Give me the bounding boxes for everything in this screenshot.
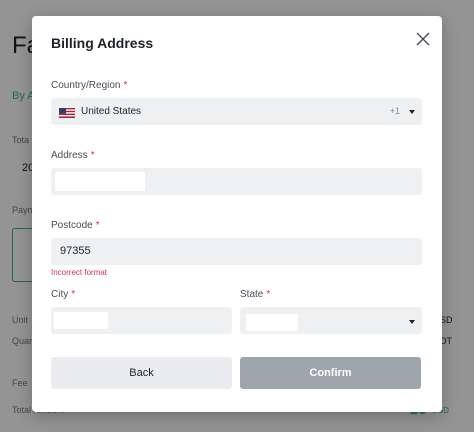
city-redacted-value xyxy=(54,312,108,329)
us-flag-icon xyxy=(59,108,75,118)
postcode-error: Incorrect format xyxy=(51,268,108,277)
city-label: City * xyxy=(51,289,76,300)
postcode-value: 97355 xyxy=(60,245,91,257)
chevron-down-icon xyxy=(409,320,415,324)
city-input[interactable] xyxy=(51,307,232,334)
postcode-label: Postcode * xyxy=(51,220,100,231)
required-marker: * xyxy=(71,289,76,300)
required-marker: * xyxy=(266,289,271,300)
postcode-input[interactable]: 97355 xyxy=(51,238,422,265)
close-icon xyxy=(416,32,430,46)
state-redacted-value xyxy=(246,314,298,331)
billing-address-dialog: Billing Address Country/Region * United S… xyxy=(32,16,442,412)
address-redacted-value xyxy=(55,172,145,191)
state-select[interactable] xyxy=(240,307,422,334)
dialog-title: Billing Address xyxy=(51,35,154,51)
dial-code: +1 xyxy=(389,106,400,116)
required-marker: * xyxy=(90,150,95,161)
address-label: Address * xyxy=(51,150,95,161)
required-marker: * xyxy=(95,220,100,231)
country-select[interactable]: United States +1 xyxy=(51,98,422,125)
address-input[interactable] xyxy=(51,168,422,195)
close-button[interactable] xyxy=(414,30,432,48)
required-marker: * xyxy=(123,80,128,91)
state-label: State * xyxy=(240,289,271,300)
chevron-down-icon xyxy=(409,110,415,114)
country-value: United States xyxy=(81,106,142,117)
confirm-button[interactable]: Confirm xyxy=(240,357,421,389)
country-label: Country/Region * xyxy=(51,80,128,91)
back-button[interactable]: Back xyxy=(51,357,232,389)
